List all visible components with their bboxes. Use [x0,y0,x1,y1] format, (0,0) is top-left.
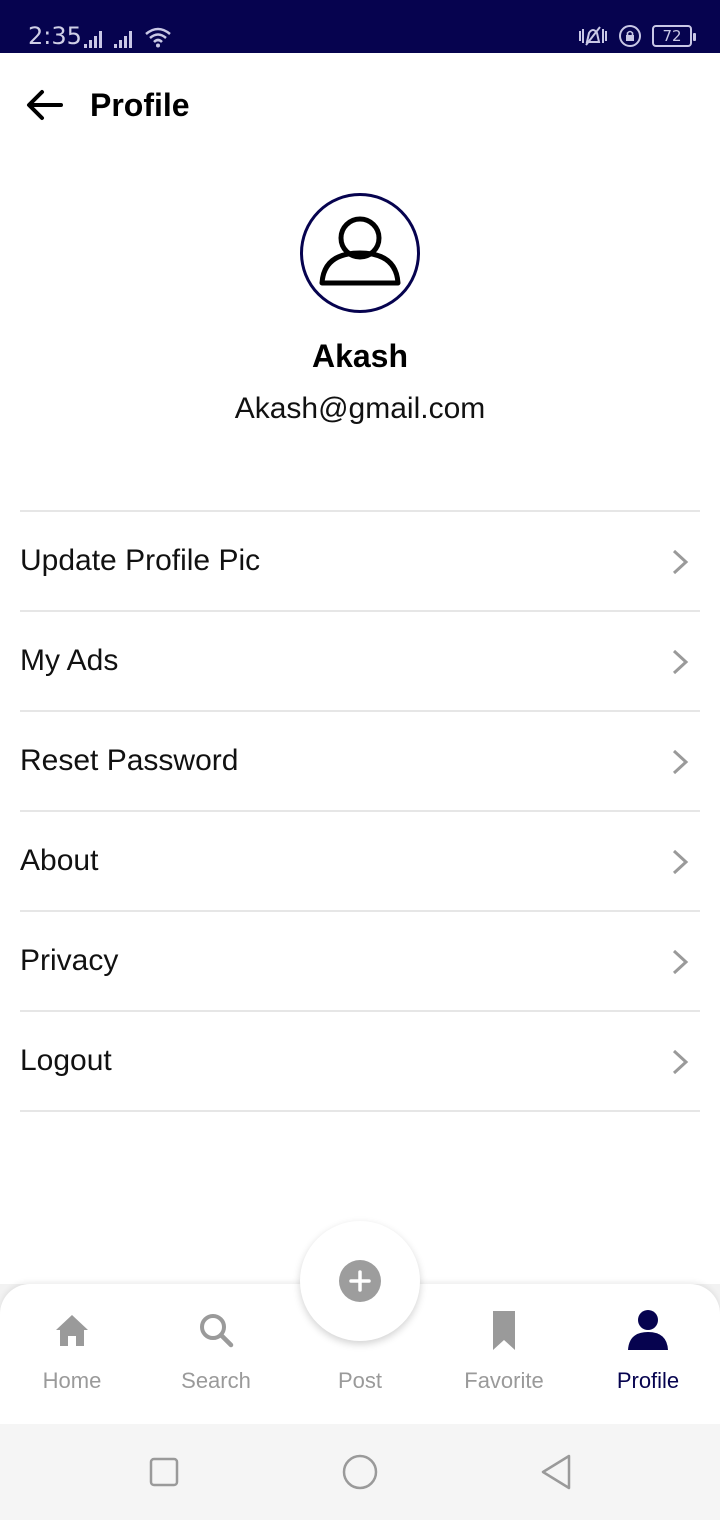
home-icon [48,1306,96,1354]
back-system-button[interactable] [536,1452,576,1492]
nav-label: Profile [616,1368,680,1393]
chevron-right-icon [672,849,689,875]
nav-item-search[interactable]: Search [144,1284,288,1424]
signal-icon [114,31,132,48]
menu-item-logout[interactable]: Logout [20,1012,700,1112]
menu-item-label: Reset Password [20,744,239,777]
chevron-right-icon [672,549,689,575]
status-right-icons: 72 [578,22,696,50]
menu-item-label: Logout [20,1044,112,1077]
back-triangle-icon [541,1454,571,1490]
status-time: 2:35 [28,22,82,50]
menu-item-label: Privacy [20,944,119,977]
chevron-right-icon [672,649,689,675]
menu-item-update-profile-pic[interactable]: Update Profile Pic [20,512,700,612]
menu-item-my-ads[interactable]: My Ads [20,612,700,712]
home-system-button[interactable] [340,1452,380,1492]
menu-item-privacy[interactable]: Privacy [20,912,700,1012]
nav-label: Post [337,1368,383,1393]
menu-item-reset-password[interactable]: Reset Password [20,712,700,812]
nav-item-home[interactable]: Home [0,1284,144,1424]
menu-item-label: About [20,844,99,877]
chevron-right-icon [672,949,689,975]
signal-icon [84,31,102,48]
bookmark-icon [480,1306,528,1354]
page-title: Profile [90,87,190,123]
chevron-right-icon [672,1049,689,1075]
profile-screen: 2:35 72 Profile Akash Akash@gmail.com Up… [0,0,720,1520]
nav-label: Search [181,1368,251,1393]
nav-item-profile[interactable]: Profile [576,1284,720,1424]
user-email: Akash@gmail.com [234,392,486,425]
battery-level: 72 [662,27,682,45]
nav-item-favorite[interactable]: Favorite [432,1284,576,1424]
battery-icon: 72 [652,25,696,47]
system-nav-bar [0,1424,720,1520]
user-icon [319,216,401,286]
recent-apps-button[interactable] [144,1452,184,1492]
search-icon [192,1306,240,1354]
rotation-lock-icon [619,25,641,47]
back-arrow-icon [27,90,63,120]
menu-item-about[interactable]: About [20,812,700,912]
nav-label: Favorite [464,1368,544,1393]
status-left-icons [84,22,172,48]
menu-item-label: Update Profile Pic [20,544,261,577]
back-button[interactable] [22,83,66,127]
user-name: Akash [311,338,409,374]
avatar [300,193,420,313]
status-bar: 2:35 72 [0,0,720,53]
recent-apps-icon [149,1457,179,1487]
person-icon [624,1306,672,1354]
menu-item-label: My Ads [20,644,119,677]
wifi-icon [145,27,171,48]
post-button[interactable] [300,1221,420,1341]
profile-menu: Update Profile Pic My Ads Reset Password… [20,510,700,1112]
app-bar: Profile [0,53,720,157]
chevron-right-icon [672,749,689,775]
nav-label: Home [42,1368,102,1393]
vibrate-icon [579,26,607,46]
plus-icon [339,1260,381,1302]
home-circle-icon [342,1454,378,1490]
